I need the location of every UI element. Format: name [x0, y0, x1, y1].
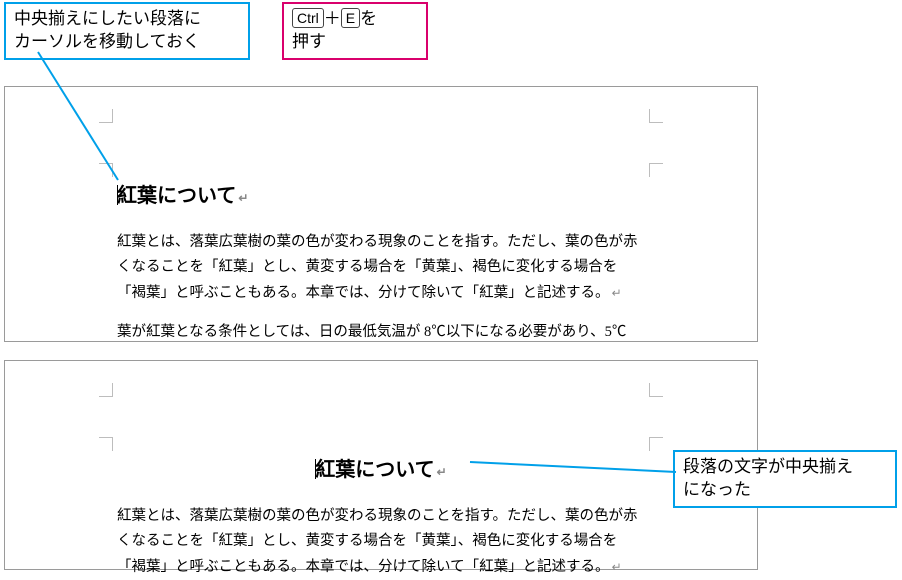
crop-mark: [99, 109, 113, 123]
doc-title-after: 紅葉について: [117, 453, 645, 482]
document-before: 紅葉について 紅葉とは、落葉広葉樹の葉の色が変わる現象のことを指す。ただし、葉の…: [4, 86, 758, 342]
e-key: E: [341, 8, 360, 28]
document-after-sheet: 紅葉について 紅葉とは、落葉広葉樹の葉の色が変わる現象のことを指す。ただし、葉の…: [95, 361, 667, 569]
crop-mark: [99, 437, 113, 451]
key-plus: ＋: [324, 9, 341, 28]
crop-mark: [649, 109, 663, 123]
instruction-move-cursor-text: 中央揃えにしたい段落に カーソルを移動しておく: [14, 9, 201, 51]
document-before-sheet: 紅葉について 紅葉とは、落葉広葉樹の葉の色が変わる現象のことを指す。ただし、葉の…: [95, 87, 667, 341]
result-centered: 段落の文字が中央揃え になった: [673, 450, 897, 508]
ctrl-key: Ctrl: [292, 8, 324, 28]
result-centered-text: 段落の文字が中央揃え になった: [683, 457, 853, 499]
doc-body-after: 紅葉とは、落葉広葉樹の葉の色が変わる現象のことを指す。ただし、葉の色が赤くなるこ…: [117, 504, 645, 580]
instruction-keys-suffix1: を: [360, 9, 377, 28]
crop-mark: [649, 163, 663, 177]
crop-mark: [99, 163, 113, 177]
paragraph-mark-icon: [236, 185, 248, 207]
paragraph-mark-icon: [610, 559, 622, 575]
crop-mark: [99, 383, 113, 397]
doc-title-text-before: 紅葉について: [117, 185, 236, 207]
document-after: 紅葉について 紅葉とは、落葉広葉樹の葉の色が変わる現象のことを指す。ただし、葉の…: [4, 360, 758, 570]
paragraph-mark-icon: [610, 285, 622, 301]
crop-mark: [649, 383, 663, 397]
doc-body-p2-before: 葉が紅葉となる条件としては、日の最低気温が 8℃以下になる必要があり、5℃: [117, 324, 626, 340]
instruction-keys-suffix2: 押す: [292, 32, 326, 51]
crop-mark: [649, 437, 663, 451]
instruction-move-cursor: 中央揃えにしたい段落に カーソルを移動しておく: [4, 2, 250, 60]
doc-title-text-after: 紅葉について: [315, 459, 434, 481]
doc-body-p1-before: 紅葉とは、落葉広葉樹の葉の色が変わる現象のことを指す。ただし、葉の色が赤くなるこ…: [117, 234, 638, 301]
paragraph-mark-icon: [435, 459, 447, 481]
doc-title-before: 紅葉について: [117, 179, 645, 208]
instruction-press-keys: Ctrl＋Eを 押す: [282, 2, 428, 60]
doc-body-p1-after: 紅葉とは、落葉広葉樹の葉の色が変わる現象のことを指す。ただし、葉の色が赤くなるこ…: [117, 508, 638, 575]
doc-body-before: 紅葉とは、落葉広葉樹の葉の色が変わる現象のことを指す。ただし、葉の色が赤くなるこ…: [117, 230, 645, 346]
